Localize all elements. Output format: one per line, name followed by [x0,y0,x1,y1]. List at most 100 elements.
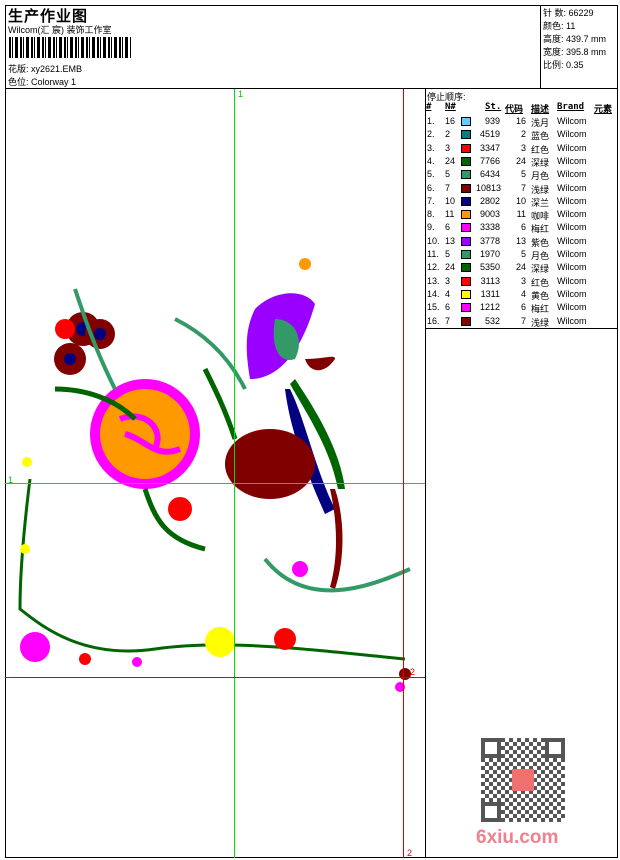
row-needle: 7 [445,315,451,326]
row-needle: 13 [445,235,456,246]
table-row: 16. 7 532 7 浅绿 Wilcom [426,316,616,329]
row-stitches: 2802 [479,195,500,206]
row-needle: 5 [445,169,451,180]
row-desc: 黄色 [531,290,550,301]
barcode [9,37,131,58]
row-code: 16 [515,116,526,126]
row-index: 3. [427,142,435,153]
row-brand: Wilcom [557,315,587,326]
design-canvas[interactable] [5,89,425,858]
row-stitches: 5350 [479,262,500,273]
row-index: 9. [427,222,435,233]
color-swatch [461,223,471,233]
table-row: 6. 7 10813 7 浅绿 Wilcom [426,183,616,196]
border-vine-embroidery [18,457,411,692]
row-index: 7. [427,195,435,206]
row-stitches: 1212 [479,302,500,313]
color-swatch [461,183,471,193]
color-swatch [461,276,471,286]
row-brand: Wilcom [557,275,587,286]
row-index: 2. [427,129,435,140]
row-stitches: 10813 [476,182,502,193]
row-desc: 月色 [531,251,550,261]
row-stitches: 939 [484,116,500,126]
color-swatch [461,143,471,153]
row-index: 1. [427,116,435,126]
row-needle: 4 [445,288,451,299]
row-needle: 7 [445,182,451,193]
table-row: 14. 4 1311 4 黄色 Wilcom [426,289,616,302]
row-needle: 5 [445,249,451,259]
row-stitches: 3113 [480,275,500,286]
table-row: 10. 13 3778 13 紫色 Wilcom [426,236,616,249]
row-stitches: 3778 [479,235,500,246]
row-brand: Wilcom [557,169,587,180]
row-code: 3 [520,275,526,286]
table-row: 9. 6 3338 6 梅红 Wilcom [426,222,616,235]
table-row: 8. 11 9003 11 咖啡 Wilcom [426,209,616,222]
row-desc: 深兰 [531,197,550,208]
color-swatch [461,303,471,313]
row-needle: 24 [445,262,456,273]
row-brand: Wilcom [557,235,587,246]
design-height: 439.7 mm [566,34,607,44]
table-row: 11. 5 1970 5 月色 Wilcom [426,249,616,262]
row-code: 5 [520,169,526,180]
row-needle: 6 [445,222,451,233]
row-code: 7 [520,315,526,326]
qr-code [481,738,565,822]
row-index: 13. [427,275,440,286]
row-index: 15. [427,302,440,313]
row-brand: Wilcom [557,155,587,166]
row-needle: 10 [445,195,456,206]
table-row: 4. 24 7766 24 深绿 Wilcom [426,156,616,169]
row-index: 16. [427,315,440,326]
color-swatch [461,117,471,126]
company-name: Wilcom(汇 宸) 装饰工作室 [8,25,112,35]
row-stitches: 3338 [479,222,500,233]
color-swatch [461,130,471,140]
row-desc: 月色 [531,171,550,182]
design-file: xy2621.EMB [31,64,83,74]
row-brand: Wilcom [557,262,587,273]
extent-guide-vertical [403,89,404,858]
row-brand: Wilcom [557,195,587,206]
row-code: 4 [520,288,526,299]
guide-marker-left: 1 [8,475,14,485]
row-brand: Wilcom [557,288,587,299]
row-code: 5 [520,249,526,259]
row-code: 2 [520,129,526,140]
row-index: 10. [427,235,440,246]
row-desc: 梅红 [531,224,550,235]
table-row: 12. 24 5350 24 深绿 Wilcom [426,262,616,275]
row-code: 3 [520,142,526,153]
color-swatch [461,156,471,166]
row-desc: 深绿 [531,157,550,168]
table-header: # N# St. 代码 描述 Brand 元素 [426,102,613,115]
row-index: 5. [427,169,435,180]
watermark-text: 6xiu.com [476,827,559,848]
row-brand: Wilcom [557,142,587,153]
extent-guide-horizontal [5,677,425,678]
info-panel: 针 数: 66229 颜色: 11 高度: 439.7 mm 宽度: 395.8… [543,8,607,70]
row-index: 8. [427,209,435,220]
row-needle: 2 [445,129,451,140]
row-stitches: 7766 [479,155,500,166]
table-row: 15. 6 1212 6 梅红 Wilcom [426,302,616,315]
row-stitches: 9003 [479,209,500,220]
design-label: 花版: [8,64,29,74]
row-code: 6 [520,222,526,233]
row-code: 13 [515,235,526,246]
row-stitches: 4519 [479,129,500,140]
row-desc: 梅红 [531,304,550,315]
row-brand: Wilcom [557,222,587,233]
row-index: 6. [427,182,435,193]
row-brand: Wilcom [557,209,587,220]
row-desc: 蓝色 [531,131,550,142]
color-swatch [461,250,471,259]
row-code: 6 [520,302,526,313]
row-brand: Wilcom [557,116,587,126]
guide-marker-top: 1 [238,89,244,99]
row-needle: 6 [445,302,451,313]
row-desc: 深绿 [531,264,550,275]
